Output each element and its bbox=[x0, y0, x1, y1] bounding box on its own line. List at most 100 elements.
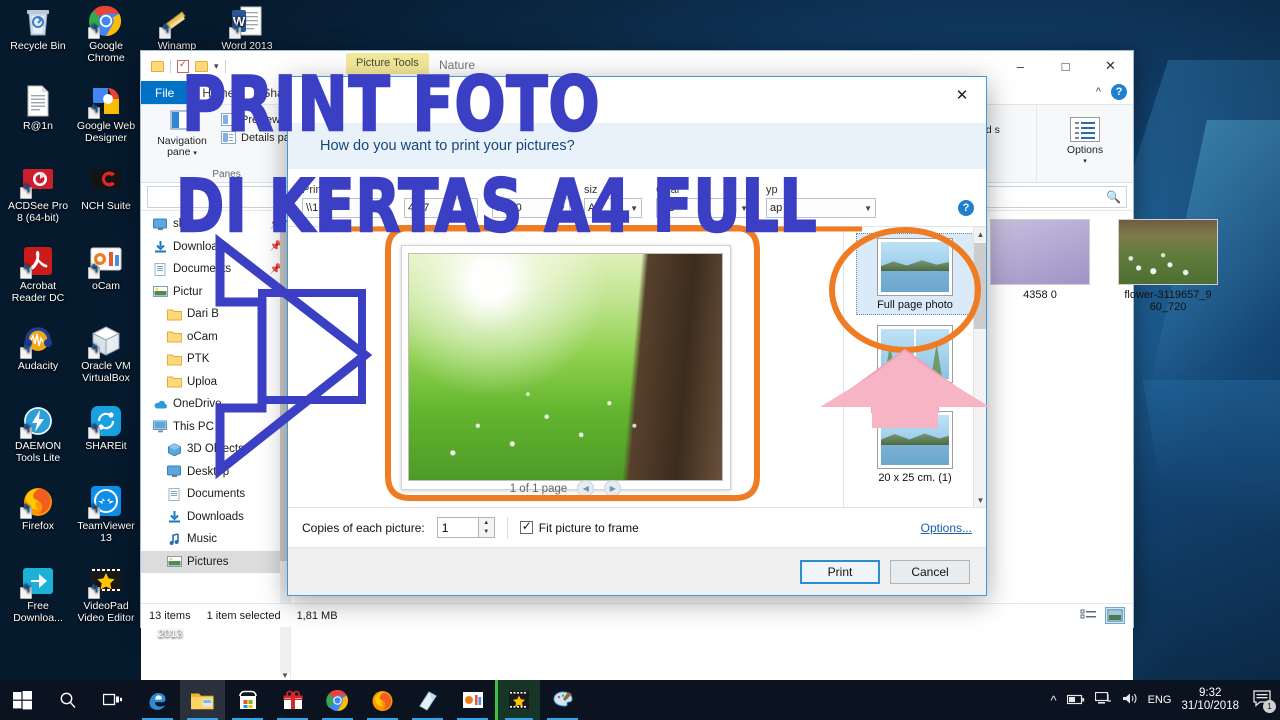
desktop-icon-label: SHAREit bbox=[72, 441, 140, 453]
desktop-icon-nch-suite[interactable]: NCH Suite bbox=[72, 164, 140, 213]
shortcut-overlay-icon bbox=[20, 347, 32, 359]
spin-up-icon[interactable]: ▲ bbox=[479, 518, 494, 528]
edge-taskbar-icon[interactable] bbox=[135, 680, 180, 720]
folder-icon bbox=[167, 375, 182, 388]
clock[interactable]: 9:32 31/10/2018 bbox=[1181, 687, 1239, 713]
copies-input[interactable]: 1 bbox=[437, 517, 479, 538]
volume-icon[interactable] bbox=[1122, 692, 1138, 708]
list-item[interactable]: 4358 0 bbox=[981, 219, 1099, 301]
sidebar-item-ocam[interactable]: oCam bbox=[141, 326, 290, 349]
language-indicator[interactable]: ENG bbox=[1148, 694, 1172, 706]
details-view-button[interactable] bbox=[1079, 607, 1099, 624]
minimize-button[interactable]: – bbox=[998, 51, 1043, 81]
task-view-button[interactable] bbox=[90, 680, 135, 720]
desktop-icon-teamviewer[interactable]: TeamViewer13 bbox=[72, 484, 140, 544]
scroll-up-icon[interactable]: ▲ bbox=[974, 227, 986, 241]
page-navigation: 1 of 1 page ◀ ▶ bbox=[510, 480, 622, 497]
close-button[interactable]: ✕ bbox=[1088, 51, 1133, 81]
desktop-icon-winamp[interactable]: Winamp bbox=[143, 4, 211, 53]
firefox-taskbar-icon[interactable] bbox=[360, 680, 405, 720]
dialog-close-button[interactable]: ✕ bbox=[942, 81, 982, 109]
scroll-down-icon[interactable]: ▼ bbox=[974, 493, 986, 507]
spin-down-icon[interactable]: ▼ bbox=[479, 528, 494, 538]
maximize-button[interactable]: □ bbox=[1043, 51, 1088, 81]
options-button[interactable]: Options ▾ bbox=[1054, 109, 1116, 167]
sidebar-item-desktop[interactable]: Desktop bbox=[141, 461, 290, 484]
copies-stepper[interactable]: 1 ▲ ▼ bbox=[437, 517, 495, 538]
chrome-taskbar-icon[interactable] bbox=[315, 680, 360, 720]
desktop-icon-virtualbox[interactable]: Oracle VMVirtualBox bbox=[72, 324, 140, 384]
cancel-button[interactable]: Cancel bbox=[890, 560, 970, 584]
sidebar-item-documents[interactable]: Documents📌 bbox=[141, 258, 290, 281]
daemon-tools-icon bbox=[21, 404, 55, 438]
layout-option-13x18[interactable]: 13 x 18 cm. (2) bbox=[856, 321, 974, 401]
layout-scrollbar[interactable]: ▲ ▼ bbox=[973, 227, 986, 507]
help-icon[interactable]: ? bbox=[1111, 84, 1127, 100]
start-button[interactable] bbox=[0, 680, 45, 720]
sidebar-item-this-pc[interactable]: This PC bbox=[141, 416, 290, 439]
file-explorer-taskbar-icon[interactable] bbox=[180, 680, 225, 720]
desktop-icon-label: VideoPadVideo Editor bbox=[72, 601, 140, 624]
fit-picture-to-frame-checkbox[interactable]: Fit picture to frame bbox=[520, 521, 639, 535]
shortcut-overlay-icon bbox=[88, 267, 100, 279]
videopad-taskbar-icon[interactable] bbox=[495, 680, 540, 720]
dialog-help-icon[interactable]: ? bbox=[958, 200, 974, 216]
copies-spin-buttons[interactable]: ▲ ▼ bbox=[479, 517, 495, 538]
folder-icon[interactable] bbox=[151, 61, 164, 72]
sidebar-item-dari-b[interactable]: Dari B bbox=[141, 303, 290, 326]
word-icon: W bbox=[230, 4, 264, 38]
sidebar-item-onedrive[interactable]: OneDrive bbox=[141, 393, 290, 416]
collapse-ribbon-icon[interactable]: ^ bbox=[1096, 86, 1101, 98]
desktop-icon-shareit[interactable]: SHAREit bbox=[72, 404, 140, 453]
search-button[interactable] bbox=[45, 680, 90, 720]
desktop-icon-ocam[interactable]: oCam bbox=[72, 244, 140, 293]
ocam-taskbar-icon[interactable] bbox=[450, 680, 495, 720]
desktop-icon-text-document[interactable]: R@1n bbox=[4, 84, 72, 133]
desktop-icon-free-download-manager[interactable]: FreeDownloa... bbox=[4, 564, 72, 624]
desktop-icon-audacity[interactable]: Audacity bbox=[4, 324, 72, 373]
list-item[interactable]: flower-3119657_9 60_720 bbox=[1109, 219, 1227, 313]
layout-option-20x25[interactable]: 20 x 25 cm. (1) bbox=[856, 407, 974, 487]
window-controls: – □ ✕ bbox=[998, 51, 1133, 81]
desktop-icon-recycle-bin[interactable]: Recycle Bin bbox=[4, 4, 72, 53]
network-icon[interactable] bbox=[1095, 692, 1112, 708]
previous-page-button[interactable]: ◀ bbox=[577, 480, 594, 497]
sidebar-item-3d-objects[interactable]: 3D Objects bbox=[141, 438, 290, 461]
virtualbox-icon bbox=[89, 324, 123, 358]
notifications-button[interactable]: 1 bbox=[1253, 690, 1272, 710]
checkbox-icon[interactable] bbox=[520, 521, 533, 534]
layout-scrollbar-thumb[interactable] bbox=[974, 243, 986, 329]
desktop-icon-daemon-tools[interactable]: DAEMONTools Lite bbox=[4, 404, 72, 464]
microsoft-store-taskbar-icon[interactable] bbox=[225, 680, 270, 720]
copies-label: Copies of each picture: bbox=[302, 521, 425, 535]
sidebar-item-pictures[interactable]: Pictures bbox=[141, 551, 290, 574]
desktop-icon-google-web-designer[interactable]: Google WebDesigner bbox=[72, 84, 140, 144]
desktop-icon-firefox[interactable]: Firefox bbox=[4, 484, 72, 533]
notepad-taskbar-icon[interactable] bbox=[405, 680, 450, 720]
chevron-down-icon[interactable]: ▾ bbox=[1083, 156, 1087, 167]
paint-taskbar-icon[interactable] bbox=[540, 680, 585, 720]
page-indicator: 1 of 1 page bbox=[510, 483, 568, 495]
sidebar-item-music[interactable]: Music bbox=[141, 528, 290, 551]
desktop-icon-acdsee[interactable]: ACDSee Pro8 (64-bit) bbox=[4, 164, 72, 224]
print-button[interactable]: Print bbox=[800, 560, 880, 584]
sidebar-item-documents[interactable]: Documents bbox=[141, 483, 290, 506]
sidebar-item-ptk[interactable]: PTK bbox=[141, 348, 290, 371]
gift-taskbar-icon[interactable] bbox=[270, 680, 315, 720]
desktop-icon-word[interactable]: WWord 2013 bbox=[213, 4, 281, 53]
layout-option-full-page-photo[interactable]: Full page photo bbox=[856, 233, 974, 315]
desktop-icon-label: R@1n bbox=[4, 121, 72, 133]
desktop-icon-chrome[interactable]: GoogleChrome bbox=[72, 4, 140, 64]
next-page-button[interactable]: ▶ bbox=[604, 480, 621, 497]
large-icons-view-button[interactable] bbox=[1105, 607, 1125, 624]
gift-icon bbox=[282, 689, 304, 711]
sidebar-item-downloads[interactable]: Downloads bbox=[141, 506, 290, 529]
sidebar-item-label: Pictures bbox=[187, 556, 229, 568]
desktop-icon-acrobat-reader[interactable]: AcrobatReader DC bbox=[4, 244, 72, 304]
sidebar-item-uploa[interactable]: Uploa bbox=[141, 371, 290, 394]
battery-icon[interactable] bbox=[1067, 693, 1085, 708]
sidebar-item-pictur[interactable]: Pictur📌 bbox=[141, 281, 290, 304]
options-link[interactable]: Options... bbox=[921, 521, 972, 535]
show-hidden-icons-button[interactable]: ^ bbox=[1050, 693, 1056, 708]
desktop-icon-videopad[interactable]: VideoPadVideo Editor bbox=[72, 564, 140, 624]
